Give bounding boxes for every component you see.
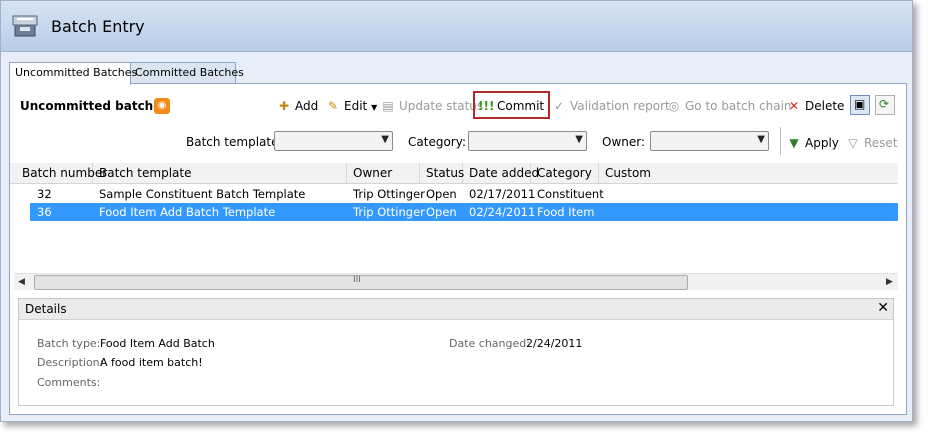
edit-label: Edit <box>344 99 368 113</box>
chevron-down-icon: ▼ <box>575 134 583 145</box>
cell-owner: Trip Ottinger <box>353 187 425 201</box>
cell-owner: Trip Ottinger <box>353 205 425 219</box>
column-status[interactable]: Status <box>420 163 464 183</box>
reset-label: Reset <box>864 136 898 150</box>
description-label: Description: <box>37 356 104 369</box>
scroll-left-icon[interactable]: ◀ <box>18 274 25 290</box>
commit-button[interactable]: !!! Commit <box>478 96 544 116</box>
update-status-label: Update status <box>399 99 484 113</box>
table-row[interactable]: 32 Sample Constituent Batch Template Tri… <box>10 185 898 203</box>
apply-label: Apply <box>805 136 839 150</box>
table-row-selected[interactable]: 36 Food Item Add Batch Template Trip Ott… <box>30 203 898 221</box>
details-pane: Details ✕ Batch type: Food Item Add Batc… <box>18 298 894 406</box>
cell-batch-number: 32 <box>37 187 52 201</box>
batch-entry-window: Batch Entry Uncommitted Batches Committe… <box>0 0 913 422</box>
refresh-icon: ⟳ <box>879 97 890 111</box>
cell-batch-number: 36 <box>37 205 52 219</box>
cell-custom <box>599 203 605 221</box>
batch-template-select[interactable]: ▼ <box>274 131 393 151</box>
owner-select[interactable]: ▼ <box>650 131 769 151</box>
date-changed-label: Date changed: <box>449 337 530 350</box>
refresh-button[interactable]: ⟳ <box>875 95 895 115</box>
delete-label: Delete <box>805 99 845 113</box>
column-custom[interactable]: Custom <box>599 163 898 183</box>
column-owner[interactable]: Owner <box>347 163 420 183</box>
add-label: Add <box>295 99 319 113</box>
comments-label: Comments: <box>37 376 101 389</box>
close-icon[interactable]: ✕ <box>877 300 889 316</box>
filter-reset-icon: ▽ <box>848 136 858 150</box>
chain-icon: ◎ <box>668 99 680 113</box>
document-icon: ▤ <box>382 99 394 113</box>
section-title: Uncommitted batches <box>20 99 169 113</box>
cell-batch-template: Food Item Add Batch Template <box>99 205 276 219</box>
delete-button[interactable]: ✕ Delete <box>786 96 844 116</box>
tab-committed-batches[interactable]: Committed Batches <box>129 62 244 83</box>
uncommitted-batches-panel: Uncommitted batches ◉ ✚ Add ✎ Edit ▼ ▤ Upda… <box>9 83 907 415</box>
details-view-icon: ▣ <box>854 97 866 111</box>
category-select[interactable]: ▼ <box>468 131 587 151</box>
rss-icon[interactable]: ◉ <box>154 98 170 114</box>
batch-template-label: Batch template: <box>186 135 283 149</box>
cell-category: Food Item <box>537 205 595 219</box>
column-batch-number[interactable]: Batch number <box>16 163 107 183</box>
update-status-button[interactable]: ▤ Update status <box>380 96 483 116</box>
description-value: A food item batch! <box>100 356 203 369</box>
cell-category: Constituent <box>537 187 604 201</box>
scroll-right-icon[interactable]: ▶ <box>886 274 893 290</box>
cell-custom <box>599 185 605 203</box>
filter-icon: ▼ <box>789 136 799 150</box>
edit-button[interactable]: ✎ Edit ▼ <box>325 96 377 116</box>
add-icon: ✚ <box>278 99 290 113</box>
go-to-batch-chain-label: Go to batch chain <box>685 99 792 113</box>
cell-batch-template: Sample Constituent Batch Template <box>99 187 306 201</box>
delete-icon: ✕ <box>788 99 800 113</box>
batch-entry-icon <box>12 15 38 37</box>
validation-report-label: Validation report <box>570 99 670 113</box>
commit-icon: !!! <box>478 99 495 113</box>
chevron-down-icon: ▼ <box>757 134 765 145</box>
cell-date-added: 02/24/2011 <box>469 205 536 219</box>
tab-uncommitted-batches[interactable]: Uncommitted Batches <box>9 62 137 85</box>
column-date-added[interactable]: Date added <box>463 163 539 183</box>
title-bar: Batch Entry <box>1 1 912 52</box>
filter-bar: Batch template: ▼ Category: ▼ Owner: ▼ ▼… <box>10 131 906 155</box>
go-to-batch-chain-button[interactable]: ◎ Go to batch chain <box>666 96 792 116</box>
commit-label: Commit <box>497 99 545 113</box>
chevron-down-icon: ▼ <box>371 103 378 112</box>
grid-header: Batch number Batch template Owner Status… <box>10 163 898 184</box>
scrollbar-thumb[interactable]: III <box>34 275 688 290</box>
scroll-grip: III <box>353 275 361 285</box>
pencil-icon: ✎ <box>327 99 339 113</box>
window-title: Batch Entry <box>51 17 145 36</box>
cell-date-added: 02/17/2011 <box>469 187 536 201</box>
validation-report-button[interactable]: ✓ Validation report <box>551 96 670 116</box>
apply-button[interactable]: ▼ Apply <box>786 133 839 153</box>
reset-button[interactable]: ▽ Reset <box>845 133 898 153</box>
chevron-down-icon: ▼ <box>381 134 389 145</box>
details-title: Details <box>25 302 67 316</box>
validation-icon: ✓ <box>553 99 565 113</box>
view-details-toggle[interactable]: ▣ <box>850 95 870 115</box>
batch-type-label: Batch type: <box>37 337 101 350</box>
toolbar-separator <box>780 127 781 155</box>
column-batch-template[interactable]: Batch template <box>93 163 347 183</box>
cell-status: Open <box>426 187 457 201</box>
category-label: Category: <box>408 135 466 149</box>
column-category[interactable]: Category <box>531 163 599 183</box>
cell-status: Open <box>426 205 457 219</box>
date-changed-value: 2/24/2011 <box>526 337 583 350</box>
details-header: Details ✕ <box>19 299 893 320</box>
batch-type-value: Food Item Add Batch <box>100 337 215 350</box>
horizontal-scrollbar[interactable]: ◀ III ▶ <box>14 273 898 290</box>
add-button[interactable]: ✚ Add <box>276 96 318 116</box>
owner-label: Owner: <box>602 135 646 149</box>
